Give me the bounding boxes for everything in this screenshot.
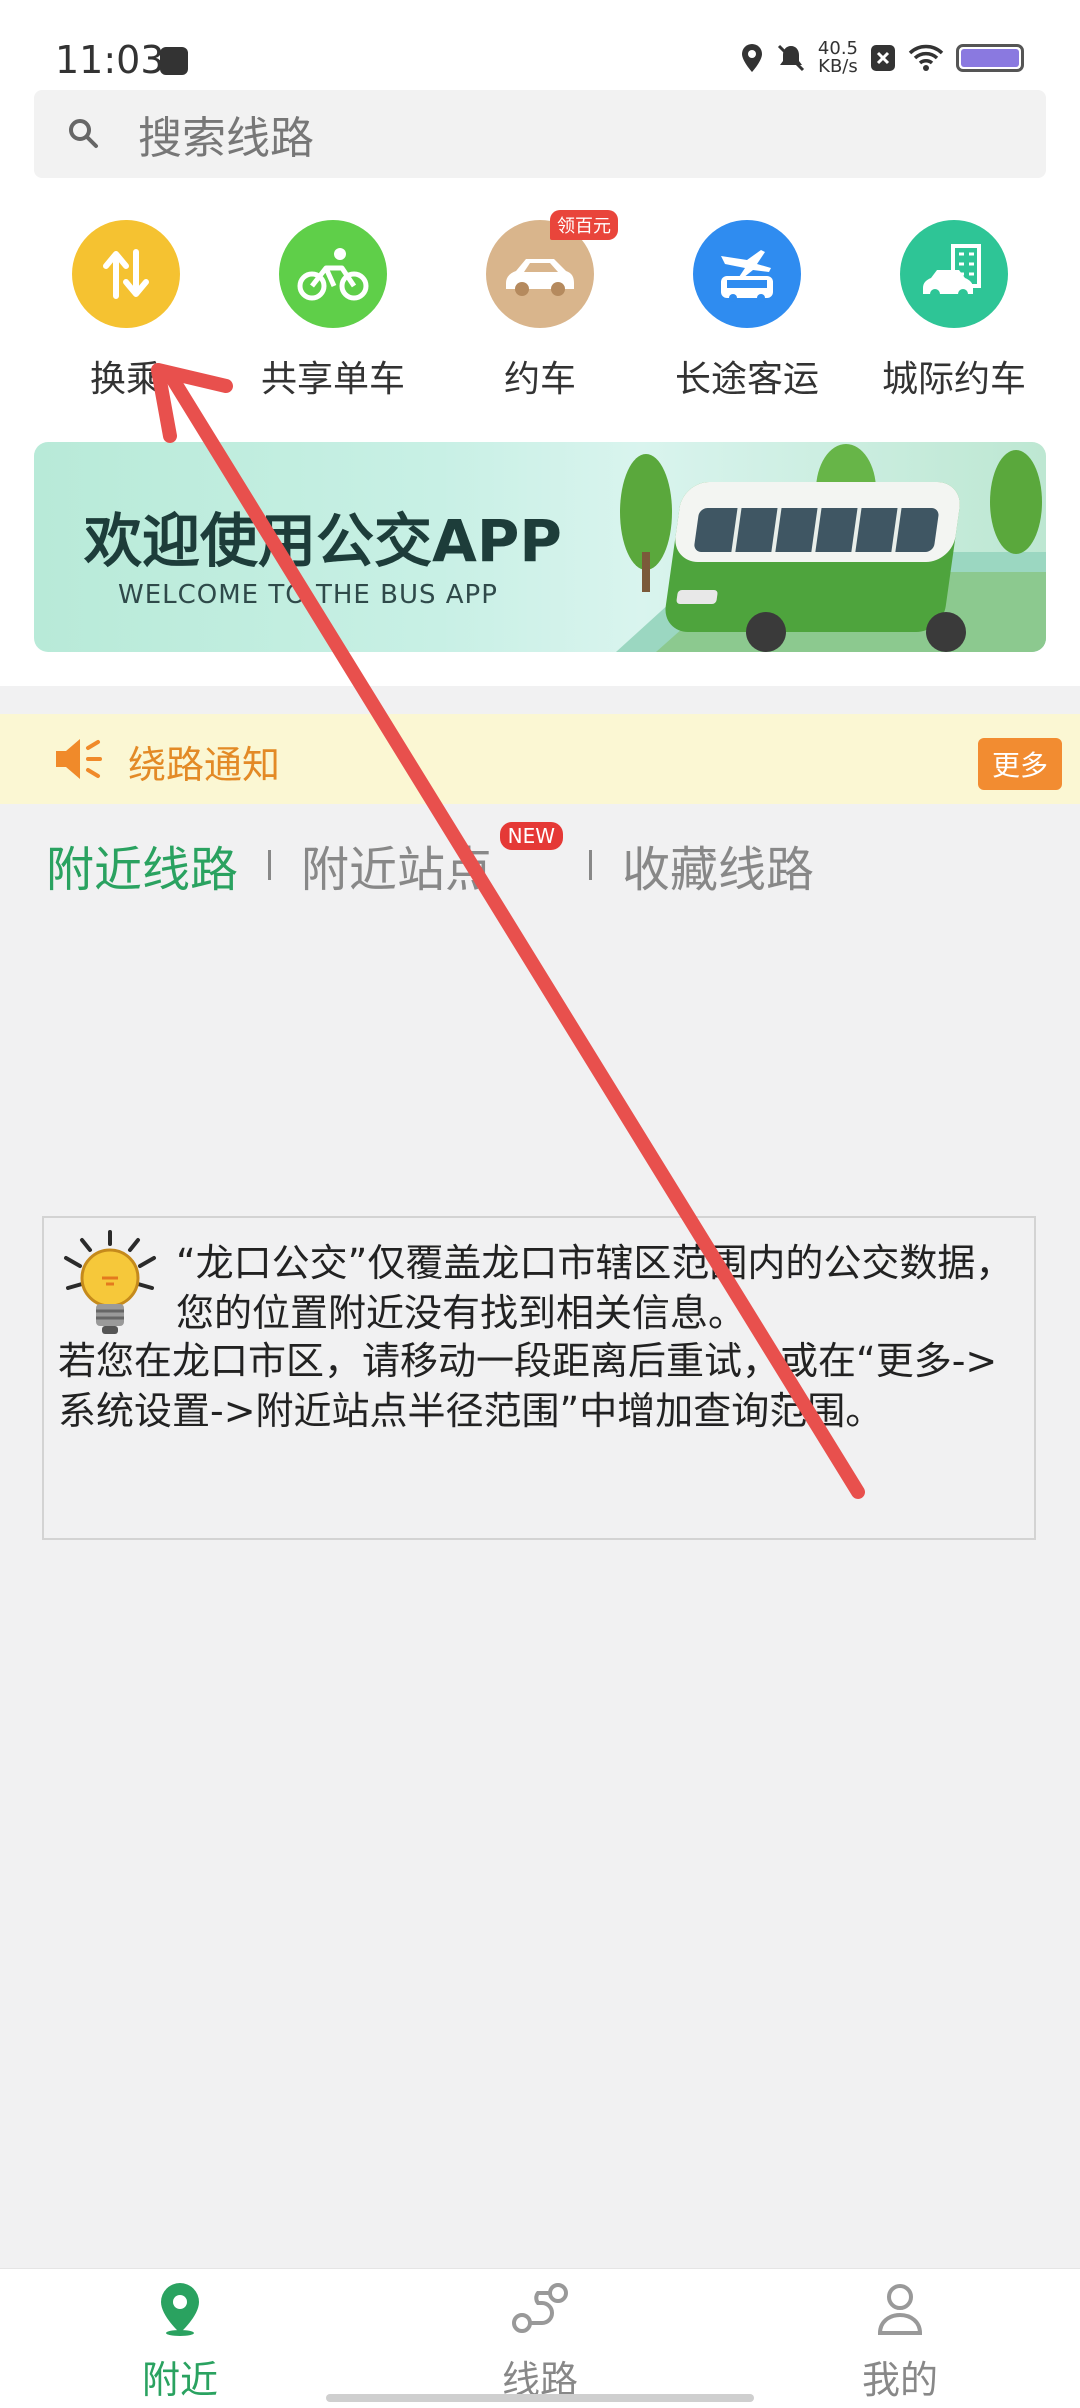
nav-label: 附近	[141, 2358, 218, 2402]
tab-nearby-lines[interactable]: 附近线路	[46, 830, 238, 900]
quick-entry-coach[interactable]: 长途客运	[647, 220, 847, 402]
more-button[interactable]: 更多	[977, 738, 1062, 790]
status-icons: 40.5 KB/s	[740, 40, 1024, 76]
welcome-banner[interactable]: 欢迎使用公交APP WELCOME TO THE BUS APP	[34, 442, 1046, 652]
status-time: 11:03	[55, 38, 165, 82]
banner-subtitle: WELCOME TO THE BUS APP	[118, 580, 498, 610]
sim-off-icon	[871, 45, 895, 71]
bus-illustration	[616, 444, 1046, 652]
new-badge: NEW	[499, 822, 564, 850]
detour-notice-bar[interactable]: 绕路通知 更多	[0, 714, 1080, 804]
notice-text: 绕路通知	[128, 743, 281, 787]
quick-entry-label: 约车	[503, 359, 576, 400]
promo-badge: 领百元	[550, 210, 618, 240]
intercity-icon	[900, 220, 1008, 328]
message-notification-icon	[160, 47, 188, 75]
quick-entry-label: 共享单车	[260, 359, 405, 400]
bike-icon	[279, 220, 387, 328]
car-icon: 领百元	[486, 210, 618, 328]
transfer-icon	[72, 220, 180, 328]
wifi-icon	[908, 44, 944, 71]
quick-entry-intercity[interactable]: 城际约车	[854, 220, 1054, 402]
nav-label: 我的	[861, 2358, 938, 2402]
user-icon	[877, 2284, 923, 2335]
coach-plane-icon	[693, 220, 801, 328]
nav-mine[interactable]: 我的	[800, 2281, 1000, 2404]
tab-nearby-stops-label: 附近站点	[301, 842, 494, 898]
nav-lines[interactable]: 线路	[440, 2281, 640, 2404]
quick-entry-grid: 换乘 共享单车 领百元 约车 长途客运 城际约车	[0, 210, 1080, 420]
info-paragraph-2: 若您在龙口市区，请移动一段距离后重试，或在“更多->系统设置->附近站点半径范围…	[58, 1339, 998, 1433]
search-icon	[69, 119, 98, 148]
home-indicator[interactable]	[326, 2394, 754, 2402]
search-placeholder: 搜索线路	[138, 113, 314, 164]
lightbulb-icon	[64, 1230, 156, 1334]
search-bar[interactable]: 搜索线路	[34, 90, 1046, 178]
speaker-icon	[56, 739, 102, 779]
quick-entry-car[interactable]: 领百元 约车	[440, 210, 640, 402]
banner-title: 欢迎使用公交APP	[84, 507, 562, 575]
network-rate: 40.5 KB/s	[818, 40, 858, 76]
location-icon	[741, 44, 762, 72]
quick-entry-label: 长途客运	[674, 359, 819, 400]
battery-icon	[956, 44, 1024, 72]
mute-bell-icon	[777, 44, 804, 72]
network-rate-unit: KB/s	[818, 56, 858, 77]
tab-divider	[589, 850, 593, 880]
info-paragraph-1: “龙口公交”仅覆盖龙口市辖区范围内的公交数据，您的位置附近没有找到相关信息。	[176, 1241, 1014, 1335]
quick-entry-transfer[interactable]: 换乘	[26, 220, 226, 402]
status-bar: 11:03 40.5 KB/s	[0, 0, 1080, 86]
tab-favorite-lines[interactable]: 收藏线路	[622, 830, 814, 900]
route-icon	[512, 2283, 568, 2333]
quick-entry-label: 城际约车	[881, 359, 1026, 400]
location-pin-icon	[161, 2283, 199, 2336]
no-data-info-box: “龙口公交”仅覆盖龙口市辖区范围内的公交数据，您的位置附近没有找到相关信息。 若…	[42, 1216, 1036, 1540]
tab-divider	[268, 850, 272, 880]
quick-entry-label: 换乘	[89, 359, 162, 400]
tab-nearby-stops[interactable]: 附近站点 NEW	[301, 822, 564, 900]
quick-entry-bike[interactable]: 共享单车	[233, 220, 433, 402]
nav-nearby[interactable]: 附近	[80, 2281, 280, 2404]
bottom-nav: 附近 线路 我的	[0, 2268, 1080, 2408]
tab-bar: 附近线路 附近站点 NEW 收藏线路	[46, 822, 814, 900]
